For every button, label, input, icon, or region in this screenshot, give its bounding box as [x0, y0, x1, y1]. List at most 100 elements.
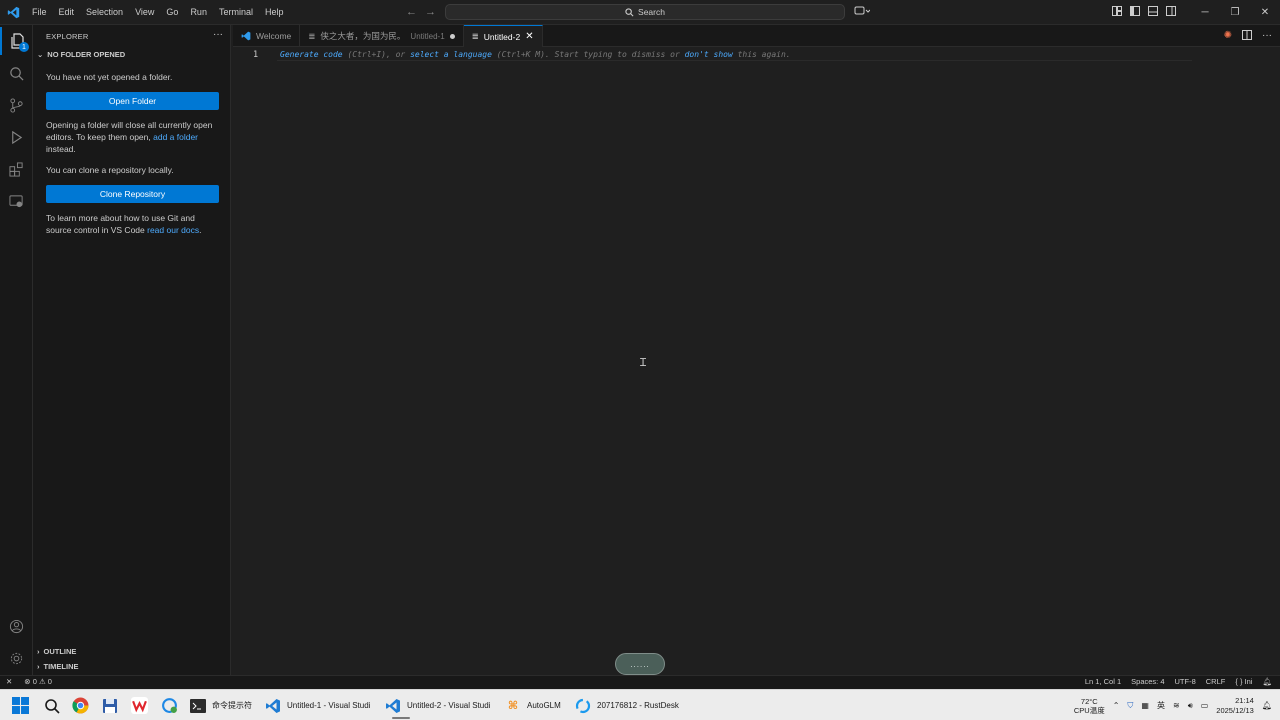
menu-file[interactable]: File — [26, 0, 53, 25]
windows-taskbar: 命令提示符 Untitled-1 - Visual Studi Untitled… — [0, 689, 1280, 720]
cursor-position[interactable]: Ln 1, Col 1 — [1085, 677, 1121, 686]
menu-selection[interactable]: Selection — [80, 0, 129, 25]
search-icon — [625, 7, 634, 16]
indentation[interactable]: Spaces: 4 — [1131, 677, 1164, 686]
notifications-bell-icon[interactable]: 🔔︎ — [1262, 677, 1272, 686]
clone-repository-button[interactable]: Clone Repository — [46, 185, 219, 203]
floating-pill-button[interactable]: ...... — [615, 653, 665, 675]
git-line-2: source control in VS Code read our docs. — [46, 224, 222, 236]
taskbar-vscode-2[interactable]: Untitled-2 - Visual Studi — [385, 690, 490, 720]
editor-area[interactable]: 1 Generate code (Ctrl+I), or select a la… — [233, 47, 1280, 675]
no-folder-section-header[interactable]: ⌄ NO FOLDER OPENED — [37, 50, 125, 59]
chrome-icon[interactable] — [72, 690, 89, 720]
explorer-activity-icon[interactable]: 1 — [0, 27, 33, 55]
toggle-secondary-sidebar-icon[interactable] — [1162, 6, 1180, 19]
menu-go[interactable]: Go — [160, 0, 184, 25]
search-activity-icon[interactable] — [0, 59, 33, 87]
select-language-link[interactable]: select a language — [410, 50, 492, 59]
layout-controls-icon[interactable] — [1108, 6, 1126, 19]
outline-title: OUTLINE — [43, 647, 77, 656]
encoding[interactable]: UTF-8 — [1175, 677, 1196, 686]
section-title: NO FOLDER OPENED — [47, 50, 126, 59]
input-method-icon[interactable]: 英 — [1157, 700, 1165, 711]
open-folder-button[interactable]: Open Folder — [46, 92, 219, 110]
explorer-badge: 1 — [19, 42, 29, 52]
clock[interactable]: 21:14 2025/12/13 — [1216, 696, 1254, 716]
terminal-icon — [190, 698, 206, 714]
unsaved-dot-icon[interactable] — [449, 33, 455, 39]
tab-untitled-1[interactable]: ≣ 侠之大者，为国为民。 Untitled-1 — [300, 25, 464, 47]
back-arrow-icon[interactable]: ← — [406, 6, 417, 18]
end-of-line[interactable]: CRLF — [1206, 677, 1226, 686]
read-docs-link[interactable]: read our docs — [147, 225, 199, 235]
more-actions-icon[interactable]: ··· — [1262, 30, 1272, 43]
clone-text: You can clone a repository locally. — [46, 165, 174, 175]
restore-icon[interactable]: ❐ — [1220, 7, 1250, 18]
menu-edit[interactable]: Edit — [53, 0, 81, 25]
taskbar-autoglm[interactable]: ⌘ AutoGLM — [505, 690, 561, 720]
remote-explorer-activity-icon[interactable] — [0, 187, 33, 215]
taskbar-cmd[interactable]: 命令提示符 — [190, 690, 252, 720]
menu-view[interactable]: View — [129, 0, 160, 25]
outline-section-header[interactable]: › OUTLINE — [37, 647, 76, 656]
remote-indicator-icon[interactable]: ✕ — [6, 677, 12, 686]
split-editor-icon[interactable] — [1242, 30, 1252, 43]
battery-icon[interactable]: ▭ — [1201, 701, 1209, 710]
taskbar-vscode-1-label: Untitled-1 - Visual Studi — [287, 701, 371, 710]
taskbar-rustdesk[interactable]: 207176812 - RustDesk — [575, 690, 679, 720]
manage-gear-icon[interactable] — [0, 644, 33, 672]
language-mode[interactable]: { } Ini — [1235, 677, 1252, 686]
vscode-logo-icon — [0, 0, 26, 25]
add-folder-link[interactable]: add a folder — [153, 132, 198, 142]
autoglm-icon: ⌘ — [507, 700, 519, 712]
copilot-icon[interactable] — [854, 6, 871, 19]
save-app-icon[interactable] — [102, 690, 118, 720]
git-line-2-suffix: . — [199, 225, 202, 235]
chat-app-icon[interactable] — [161, 690, 178, 720]
dont-show-link[interactable]: don't show — [685, 50, 733, 59]
git-line-1: To learn more about how to use Git and — [46, 213, 195, 223]
timeline-section-header[interactable]: › TIMELINE — [37, 662, 79, 671]
toggle-panel-icon[interactable] — [1144, 6, 1162, 19]
command-center-search[interactable]: Search — [445, 4, 845, 20]
menu-help[interactable]: Help — [259, 0, 290, 25]
warning-line-2: editors. To keep them open, add a folder — [46, 131, 222, 143]
wifi-icon[interactable]: ≋ — [1173, 701, 1180, 710]
toggle-primary-sidebar-icon[interactable] — [1126, 6, 1144, 19]
extensions-activity-icon[interactable] — [0, 155, 33, 183]
spark-icon[interactable]: ✺ — [1224, 30, 1232, 43]
generate-code-link[interactable]: Generate code — [280, 50, 343, 59]
text-cursor-icon: Ɪ — [640, 357, 647, 369]
menu-terminal[interactable]: Terminal — [213, 0, 259, 25]
notification-bell-icon[interactable]: 🔔︎ — [1262, 701, 1272, 710]
cpu-temperature[interactable]: 72°C CPU温度 — [1074, 697, 1105, 715]
chevron-right-icon: › — [37, 662, 40, 671]
error-count: 0 — [32, 677, 37, 686]
close-window-icon[interactable]: ✕ — [1250, 7, 1280, 18]
run-debug-activity-icon[interactable] — [0, 123, 33, 151]
close-tab-icon[interactable]: ✕ — [525, 31, 533, 42]
taskbar-search-icon[interactable] — [44, 690, 60, 720]
git-line-2-prefix: source control in VS Code — [46, 225, 148, 235]
tab-untitled-2[interactable]: ≣ Untitled-2 ✕ — [463, 25, 543, 47]
tab-welcome[interactable]: Welcome — [233, 25, 301, 47]
menu-run[interactable]: Run — [184, 0, 213, 25]
more-actions-icon[interactable]: ··· — [213, 29, 223, 40]
tray-app-icon[interactable]: ▦ — [1141, 701, 1149, 710]
taskbar-vscode-1[interactable]: Untitled-1 - Visual Studi — [265, 690, 370, 720]
windows-start-icon[interactable] — [12, 690, 29, 720]
taskbar-cmd-label: 命令提示符 — [212, 701, 252, 710]
security-shield-icon[interactable]: ⛉ — [1127, 701, 1133, 711]
vscode-tab-icon — [241, 31, 251, 41]
volume-icon[interactable]: 🔊︎ — [1188, 701, 1193, 711]
forward-arrow-icon[interactable]: → — [425, 6, 436, 18]
warning-line-2-prefix: editors. To keep them open, — [46, 132, 154, 142]
problems-indicator[interactable]: ⊗ 0 ⚠ 0 — [24, 677, 52, 686]
source-control-activity-icon[interactable] — [0, 91, 33, 119]
activity-bar: 1 — [0, 25, 33, 675]
accounts-icon[interactable] — [0, 612, 33, 640]
tray-chevron-up-icon[interactable]: ⌃ — [1113, 701, 1120, 710]
wps-icon[interactable] — [131, 690, 148, 720]
sidebar-title: EXPLORER — [46, 32, 89, 41]
minimize-icon[interactable]: ─ — [1190, 7, 1220, 18]
